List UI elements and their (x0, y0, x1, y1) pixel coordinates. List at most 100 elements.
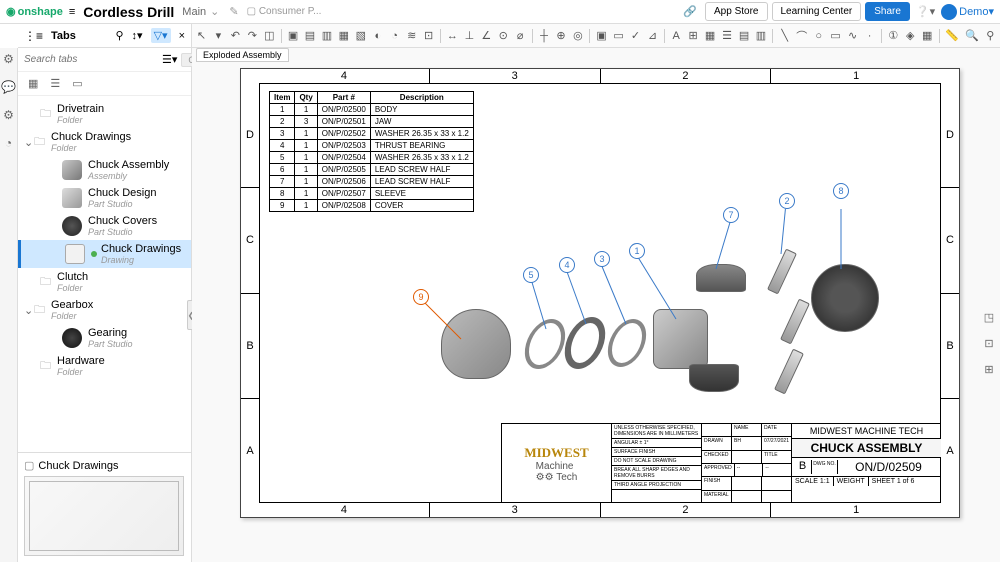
tool-revtable-icon[interactable]: ▥ (756, 29, 767, 43)
tool-sketch-icon[interactable]: ◫ (264, 29, 275, 43)
tool-datum-icon[interactable]: ▣ (596, 29, 607, 43)
balloon-3[interactable]: 3 (594, 251, 610, 267)
filter-icon[interactable]: ▽▾ (151, 28, 171, 43)
tool-view3-icon[interactable]: ▥ (321, 29, 332, 43)
rail-settings-icon[interactable]: ⚙ (3, 108, 14, 122)
balloon-4[interactable]: 4 (559, 257, 575, 273)
tool-hatch-icon[interactable]: ▦ (922, 29, 933, 43)
tool-bom-icon[interactable]: ☰ (722, 29, 733, 43)
tool-section-icon[interactable]: ◐ (372, 29, 383, 43)
tool-callout-icon[interactable]: ◈ (905, 29, 916, 43)
tool-balloon-icon[interactable]: ① (888, 29, 899, 43)
balloon-8[interactable]: 8 (833, 183, 849, 199)
rail-versions-icon[interactable]: ◔ (5, 136, 12, 150)
view-grid-icon[interactable]: ▦ (28, 77, 38, 90)
tabs-list-icon[interactable]: ⋮≡ (24, 29, 43, 43)
tool-view2-icon[interactable]: ▤ (305, 29, 316, 43)
tool-break-icon[interactable]: ≋ (406, 29, 417, 43)
tool-note-icon[interactable]: A (671, 29, 682, 43)
chevron-down-icon[interactable]: ⌄ (24, 304, 34, 317)
thumbnail-label: Chuck Drawings (38, 460, 118, 472)
view-card-icon[interactable]: ▭ (72, 77, 82, 90)
tool-gtol-icon[interactable]: ▭ (613, 29, 624, 43)
tree-chuck-design[interactable]: Chuck DesignPart Studio (18, 184, 191, 212)
tool-measure-icon[interactable]: 📏 (945, 29, 959, 43)
tree-clutch[interactable]: 🗀 ClutchFolder (18, 268, 191, 296)
other-doc-tab[interactable]: ▢ Consumer P... (247, 6, 322, 17)
tool-inspect-icon[interactable]: 🔍 (965, 29, 979, 43)
tool-arc-icon[interactable]: ⌒ (796, 29, 807, 43)
tool-holetable-icon[interactable]: ▤ (739, 29, 750, 43)
tool-crop-icon[interactable]: ⊡ (423, 29, 434, 43)
tool-centerline-icon[interactable]: ┼ (539, 29, 550, 43)
tool-search-icon[interactable]: ⚲ (985, 29, 996, 43)
tool-centermark-icon[interactable]: ⊕ (555, 29, 566, 43)
tool-detail-icon[interactable]: ◔ (389, 29, 400, 43)
balloon-2[interactable]: 2 (779, 193, 795, 209)
balloon-5[interactable]: 5 (523, 267, 539, 283)
app-store-button[interactable]: App Store (705, 2, 767, 21)
tool-redo-icon[interactable]: ↷ (247, 29, 258, 43)
filter2-icon[interactable]: ☰▾ (162, 53, 177, 66)
tool-view4-icon[interactable]: ▦ (338, 29, 349, 43)
tool-line-icon[interactable]: ╲ (779, 29, 790, 43)
tool-weld-icon[interactable]: ⊿ (647, 29, 658, 43)
tool-insert-icon[interactable]: ▦ (705, 29, 716, 43)
hamburger-icon[interactable]: ≡ (69, 6, 75, 18)
thumbnail-image[interactable] (24, 476, 184, 556)
branch-dropdown-icon[interactable]: ⌄ (210, 6, 219, 18)
tree-chuck-assembly[interactable]: Chuck AssemblyAssembly (18, 156, 191, 184)
tool-spline-icon[interactable]: ∿ (847, 29, 858, 43)
view-tab[interactable]: Exploded Assembly (196, 48, 289, 62)
fit-icon-2[interactable]: ⊞ (980, 360, 998, 378)
tool-table-icon[interactable]: ⊞ (688, 29, 699, 43)
tree-hardware[interactable]: 🗀 HardwareFolder (18, 352, 191, 380)
tool-dim2-icon[interactable]: ⊥ (464, 29, 475, 43)
search-icon[interactable]: ⚲ (115, 29, 123, 42)
tool-dropdown-icon[interactable]: ▾ (213, 29, 224, 43)
tool-radius-icon[interactable]: ⊙ (498, 29, 509, 43)
learning-center-button[interactable]: Learning Center (772, 2, 862, 21)
tool-view5-icon[interactable]: ▧ (355, 29, 366, 43)
rail-tune-icon[interactable]: ⚙ (3, 52, 14, 66)
branch-label[interactable]: Main⌄ (182, 5, 219, 18)
sort-icon[interactable]: ↕▾ (132, 29, 143, 42)
tool-view-icon[interactable]: ▣ (288, 29, 299, 43)
tool-angle-icon[interactable]: ∠ (481, 29, 492, 43)
view-list-icon[interactable]: ☰ (50, 77, 60, 90)
pencil-icon[interactable]: ✎ (229, 5, 238, 18)
drawing-canvas[interactable]: Exploded Assembly 4321 4321 DCBA DCBA It… (192, 48, 1000, 562)
tree-drivetrain[interactable]: 🗀 DrivetrainFolder (18, 100, 191, 128)
tree-gearing[interactable]: GearingPart Studio (18, 324, 191, 352)
tool-rect-icon[interactable]: ▭ (830, 29, 841, 43)
close-panel-icon[interactable]: × (179, 30, 185, 42)
view-cube-icon[interactable]: ◳ (980, 308, 998, 326)
tool-undo-icon[interactable]: ↶ (230, 29, 241, 43)
search-input[interactable] (24, 54, 158, 65)
link-icon[interactable]: 🔗 (683, 5, 697, 18)
tree-gearbox[interactable]: ⌄ 🗀 GearboxFolder (18, 296, 191, 324)
user-menu[interactable]: Demo▾ (941, 4, 994, 20)
balloon-9[interactable]: 9 (413, 289, 429, 305)
rail-comment-icon[interactable]: 💬 (1, 80, 16, 94)
fit-icon-1[interactable]: ⊡ (980, 334, 998, 352)
help-icon[interactable]: ❔▾ (916, 5, 935, 18)
tool-dia-icon[interactable]: ⌀ (515, 29, 526, 43)
balloon-7[interactable]: 7 (723, 207, 739, 223)
share-button[interactable]: Share (865, 2, 910, 21)
tool-thread-icon[interactable]: ◎ (572, 29, 583, 43)
tree-chuck-drawings-folder[interactable]: ⌄ 🗀 Chuck DrawingsFolder (18, 128, 191, 156)
tool-cursor-icon[interactable]: ↖ (196, 29, 207, 43)
exploded-view[interactable]: 9 5 4 3 1 7 2 8 (411, 209, 891, 419)
balloon-1[interactable]: 1 (629, 243, 645, 259)
part-washer-2 (559, 317, 611, 369)
tool-circle-icon[interactable]: ○ (813, 29, 824, 43)
tool-dim-icon[interactable]: ↔ (447, 29, 458, 43)
part-jaw-3 (774, 349, 804, 395)
tool-point-icon[interactable]: · (864, 29, 875, 43)
chevron-down-icon[interactable]: ⌄ (24, 136, 34, 149)
tree-chuck-drawings-doc[interactable]: Chuck DrawingsDrawing (18, 240, 191, 268)
tree-chuck-covers[interactable]: Chuck CoversPart Studio (18, 212, 191, 240)
tool-surf-icon[interactable]: ✓ (630, 29, 641, 43)
bom-table[interactable]: ItemQtyPart #Description 11ON/P/02500BOD… (269, 91, 474, 212)
